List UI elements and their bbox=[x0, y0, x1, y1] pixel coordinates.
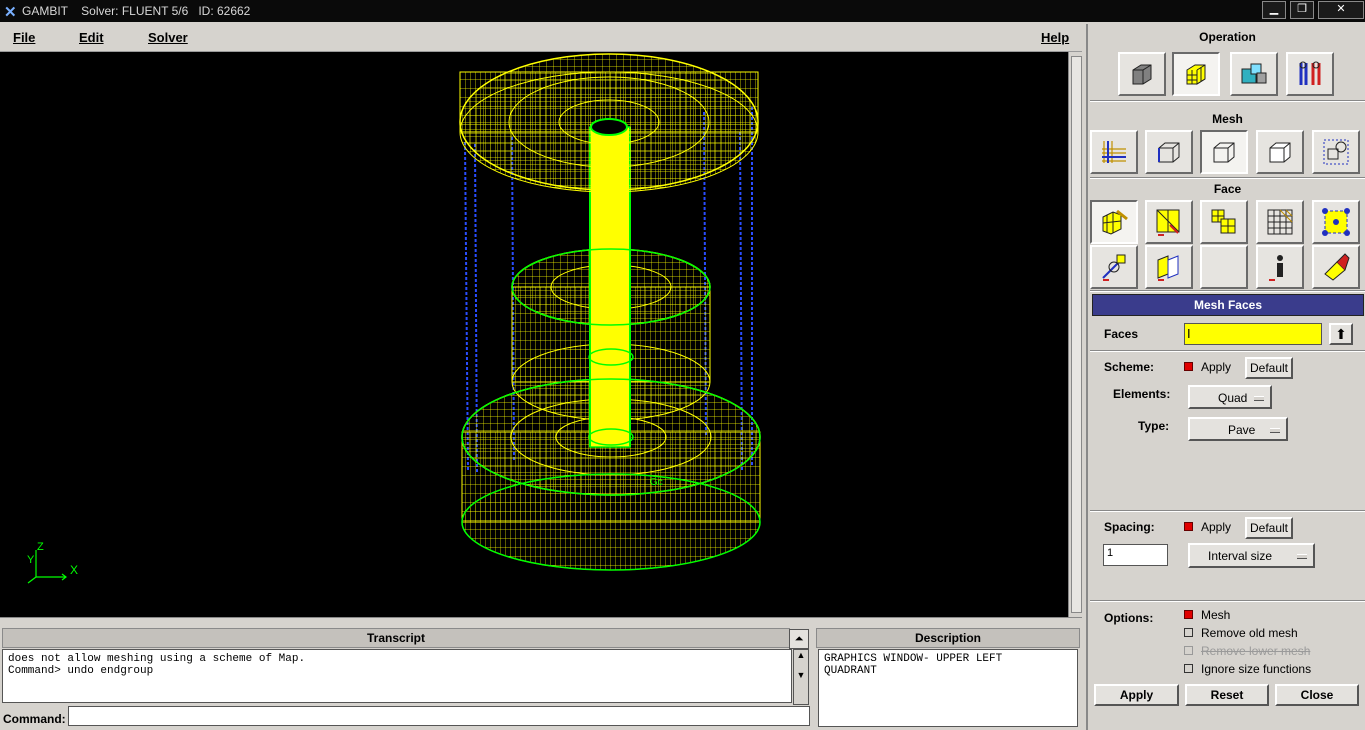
mesh-title: Mesh bbox=[1212, 112, 1243, 126]
reset-button[interactable]: Reset bbox=[1185, 684, 1269, 706]
elements-dropdown[interactable]: Quad bbox=[1188, 385, 1272, 409]
scheme-apply-checkbox[interactable] bbox=[1184, 362, 1193, 371]
graphics-window[interactable]: Gc Z Y X bbox=[0, 52, 1068, 617]
faces-input[interactable]: I bbox=[1184, 323, 1322, 345]
minimize-icon[interactable]: ▁ bbox=[1262, 1, 1286, 19]
control-panel: Operation Mesh Face Mesh Faces Faces I ⬆… bbox=[1086, 24, 1365, 730]
scroll-thumb[interactable] bbox=[1071, 56, 1082, 613]
erase-mesh-icon[interactable] bbox=[1312, 245, 1360, 289]
close-button[interactable]: Close bbox=[1275, 684, 1359, 706]
connect-face-icon[interactable] bbox=[1145, 245, 1193, 289]
opt-remove-old-label: Remove old mesh bbox=[1201, 626, 1298, 640]
expand-transcript-icon[interactable]: ⏶ bbox=[789, 629, 809, 649]
mesh-icon[interactable] bbox=[1172, 52, 1220, 96]
spacing-mode-dropdown[interactable]: Interval size bbox=[1188, 543, 1315, 568]
menu-file[interactable]: File bbox=[13, 30, 35, 45]
command-label: Command: bbox=[3, 712, 66, 726]
scheme-label: Scheme: bbox=[1104, 360, 1155, 374]
opt-ignore-size-label: Ignore size functions bbox=[1201, 662, 1312, 676]
scheme-apply-label: Apply bbox=[1201, 360, 1232, 374]
split-face-icon[interactable] bbox=[1090, 245, 1138, 289]
group-icon[interactable] bbox=[1312, 130, 1360, 174]
mesh-model-view: Gc Z Y X bbox=[27, 53, 761, 584]
summarize-icon[interactable] bbox=[1256, 245, 1304, 289]
opt-remove-lower-checkbox bbox=[1184, 646, 1193, 655]
menu-help[interactable]: Help bbox=[1041, 30, 1069, 45]
gambit-logo-icon: ✕ bbox=[4, 4, 17, 21]
opt-remove-lower-label: Remove lower mesh bbox=[1201, 644, 1311, 658]
scheme-default-button[interactable]: Default bbox=[1245, 357, 1293, 379]
type-label: Type: bbox=[1138, 419, 1170, 433]
axis-y-label: Y bbox=[27, 554, 35, 566]
elements-label: Elements: bbox=[1113, 387, 1171, 401]
face-vertex-icon[interactable] bbox=[1312, 200, 1360, 244]
description-text: GRAPHICS WINDOW- UPPER LEFT QUADRANT bbox=[818, 649, 1078, 727]
tools-icon[interactable] bbox=[1286, 52, 1334, 96]
window-title: GAMBIT Solver: FLUENT 5/6 ID: 62662 bbox=[22, 4, 251, 18]
graphics-vertical-scrollbar[interactable] bbox=[1068, 52, 1083, 617]
spacing-apply-checkbox[interactable] bbox=[1184, 522, 1193, 531]
menu-solver[interactable]: Solver bbox=[148, 30, 188, 45]
close-window-icon[interactable]: ✕ bbox=[1318, 1, 1364, 19]
spacing-value-input[interactable]: 1 bbox=[1103, 544, 1168, 566]
boundary-layer-icon[interactable] bbox=[1090, 130, 1138, 174]
opt-remove-old-checkbox[interactable] bbox=[1184, 628, 1193, 637]
edge-icon[interactable] bbox=[1145, 130, 1193, 174]
spacing-label: Spacing: bbox=[1104, 520, 1155, 534]
spacing-apply-label: Apply bbox=[1201, 520, 1232, 534]
type-dropdown[interactable]: Pave bbox=[1188, 417, 1288, 441]
blank-icon[interactable] bbox=[1200, 245, 1248, 289]
link-face-icon[interactable] bbox=[1145, 200, 1193, 244]
face-title: Face bbox=[1213, 182, 1242, 196]
graphics-divider bbox=[0, 617, 1082, 628]
description-header: Description bbox=[816, 628, 1080, 648]
opt-mesh-checkbox[interactable] bbox=[1184, 610, 1193, 619]
face-icon[interactable] bbox=[1200, 130, 1248, 174]
apply-button[interactable]: Apply bbox=[1094, 684, 1179, 706]
opt-ignore-size-checkbox[interactable] bbox=[1184, 664, 1193, 673]
zones-icon[interactable] bbox=[1230, 52, 1278, 96]
mesh-faces-form-title: Mesh Faces bbox=[1092, 294, 1364, 316]
menu-bar: File Edit Solver Help bbox=[0, 24, 1082, 52]
axis-x-label: X bbox=[70, 563, 78, 577]
svg-text:Gc: Gc bbox=[650, 477, 663, 488]
options-label: Options: bbox=[1104, 611, 1154, 625]
smooth-face-icon[interactable] bbox=[1256, 200, 1304, 244]
menu-edit[interactable]: Edit bbox=[79, 30, 104, 45]
mesh-faces-icon[interactable] bbox=[1090, 200, 1138, 244]
operation-title: Operation bbox=[1199, 30, 1256, 44]
modify-face-icon[interactable] bbox=[1200, 200, 1248, 244]
command-input[interactable] bbox=[68, 706, 810, 726]
faces-pick-up-icon[interactable]: ⬆ bbox=[1329, 323, 1353, 345]
volume-icon[interactable] bbox=[1256, 130, 1304, 174]
transcript-header: Transcript bbox=[2, 628, 790, 648]
spacing-default-button[interactable]: Default bbox=[1245, 517, 1293, 539]
faces-label: Faces bbox=[1104, 327, 1139, 341]
transcript-scrollbar[interactable]: ▲ ▼ bbox=[793, 649, 809, 705]
top-disk bbox=[459, 53, 759, 193]
opt-mesh-label: Mesh bbox=[1201, 608, 1231, 622]
transcript-text: does not allow meshing using a scheme of… bbox=[2, 649, 792, 703]
axis-z-label: Z bbox=[37, 541, 44, 553]
title-bar: ✕ GAMBIT Solver: FLUENT 5/6 ID: 62662 ▁ … bbox=[0, 0, 1365, 22]
restore-icon[interactable]: ❐ bbox=[1290, 1, 1314, 19]
geometry-icon[interactable] bbox=[1118, 52, 1166, 96]
